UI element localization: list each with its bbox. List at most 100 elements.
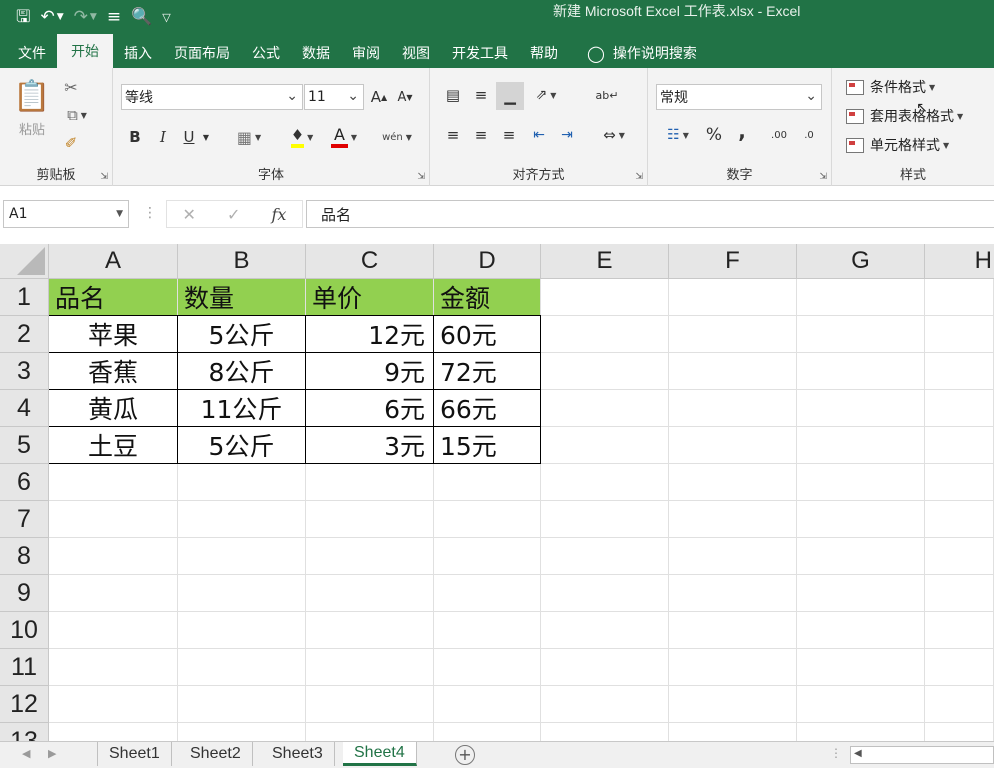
align-middle-icon[interactable]: ≡: [470, 84, 492, 106]
empty-cell[interactable]: [669, 723, 797, 741]
tab-insert[interactable]: 插入: [113, 38, 163, 68]
empty-cell[interactable]: [541, 612, 669, 649]
empty-cell[interactable]: [669, 279, 797, 316]
empty-cell[interactable]: [178, 464, 306, 501]
bold-button[interactable]: B: [125, 126, 145, 148]
empty-cell[interactable]: [49, 538, 178, 575]
empty-cell[interactable]: [797, 686, 925, 723]
row-header-7[interactable]: 7: [0, 501, 49, 538]
empty-cell[interactable]: [541, 427, 669, 464]
drag-handle-icon[interactable]: ⋮: [143, 205, 157, 221]
cell-d3[interactable]: 72元: [434, 353, 541, 390]
empty-cell[interactable]: [797, 390, 925, 427]
fill-color-icon[interactable]: ♦ ▼: [285, 124, 319, 150]
undo-dropdown-icon[interactable]: ▼: [57, 12, 64, 22]
row-header-9[interactable]: 9: [0, 575, 49, 612]
column-header-a[interactable]: A: [49, 244, 178, 279]
empty-cell[interactable]: [925, 612, 994, 649]
empty-cell[interactable]: [541, 464, 669, 501]
customize-icon[interactable]: ≡: [107, 8, 121, 26]
empty-cell[interactable]: [669, 390, 797, 427]
empty-cell[interactable]: [541, 649, 669, 686]
font-launcher-icon[interactable]: ⇲: [417, 172, 425, 182]
empty-cell[interactable]: [541, 501, 669, 538]
chevron-down-icon[interactable]: ⌄: [805, 88, 817, 104]
percent-button[interactable]: %: [704, 124, 724, 146]
row-header-1[interactable]: 1: [0, 279, 49, 316]
empty-cell[interactable]: [306, 501, 434, 538]
cell-d1[interactable]: 金额: [434, 279, 541, 316]
wrap-text-icon[interactable]: ab↵: [594, 82, 620, 108]
align-left-icon[interactable]: ≡: [442, 124, 464, 146]
empty-cell[interactable]: [797, 501, 925, 538]
copy-icon[interactable]: ⧉ ▼: [60, 104, 94, 126]
empty-cell[interactable]: [178, 686, 306, 723]
add-sheet-icon[interactable]: +: [455, 745, 475, 765]
number-launcher-icon[interactable]: ⇲: [819, 172, 827, 182]
empty-cell[interactable]: [925, 316, 994, 353]
undo-icon[interactable]: ↶: [40, 8, 54, 26]
empty-cell[interactable]: [797, 427, 925, 464]
paste-button[interactable]: 粘贴: [12, 118, 52, 138]
empty-cell[interactable]: [925, 501, 994, 538]
scroll-left-arrow-icon[interactable]: ◀: [854, 748, 862, 759]
cell-c3[interactable]: 9元: [306, 353, 434, 390]
empty-cell[interactable]: [925, 686, 994, 723]
worksheet-grid[interactable]: A B C D E F G H 1 2 3 4 5 6 7 8 9 10 11 …: [0, 244, 994, 741]
cell-a5[interactable]: 土豆: [49, 427, 178, 464]
column-header-c[interactable]: C: [306, 244, 434, 279]
empty-cell[interactable]: [541, 390, 669, 427]
empty-cell[interactable]: [541, 353, 669, 390]
formula-input[interactable]: 品名: [306, 200, 994, 228]
format-painter-icon[interactable]: ✐: [60, 132, 82, 154]
empty-cell[interactable]: [797, 279, 925, 316]
tab-file[interactable]: 文件: [0, 38, 57, 68]
empty-cell[interactable]: [541, 316, 669, 353]
cell-c4[interactable]: 6元: [306, 390, 434, 427]
cell-d4[interactable]: 66元: [434, 390, 541, 427]
empty-cell[interactable]: [541, 686, 669, 723]
empty-cell[interactable]: [178, 723, 306, 741]
cell-c2[interactable]: 12元: [306, 316, 434, 353]
empty-cell[interactable]: [434, 612, 541, 649]
empty-cell[interactable]: [178, 501, 306, 538]
empty-cell[interactable]: [178, 649, 306, 686]
empty-cell[interactable]: [49, 575, 178, 612]
row-header-10[interactable]: 10: [0, 612, 49, 649]
empty-cell[interactable]: [797, 575, 925, 612]
empty-cell[interactable]: [49, 723, 178, 741]
empty-cell[interactable]: [669, 538, 797, 575]
font-color-icon[interactable]: A ▼: [327, 124, 361, 150]
align-right-icon[interactable]: ≡: [498, 124, 520, 146]
empty-cell[interactable]: [434, 501, 541, 538]
merge-center-icon[interactable]: ⇔ ▼: [594, 124, 634, 146]
empty-cell[interactable]: [434, 575, 541, 612]
empty-cell[interactable]: [178, 538, 306, 575]
cell-d5[interactable]: 15元: [434, 427, 541, 464]
cell-b2[interactable]: 5公斤: [178, 316, 306, 353]
empty-cell[interactable]: [306, 612, 434, 649]
empty-cell[interactable]: [925, 575, 994, 612]
cell-b1[interactable]: 数量: [178, 279, 306, 316]
empty-cell[interactable]: [669, 353, 797, 390]
select-all-button[interactable]: [0, 244, 49, 279]
sheet-tab-2[interactable]: Sheet2: [179, 742, 253, 766]
empty-cell[interactable]: [797, 464, 925, 501]
tab-view[interactable]: 视图: [391, 38, 441, 68]
column-header-e[interactable]: E: [541, 244, 669, 279]
redo-icon[interactable]: ↷: [74, 8, 88, 26]
empty-cell[interactable]: [669, 649, 797, 686]
tab-help[interactable]: 帮助: [519, 38, 569, 68]
chevron-down-icon[interactable]: ▼: [116, 209, 123, 219]
cell-b5[interactable]: 5公斤: [178, 427, 306, 464]
number-format-combo[interactable]: 常规 ⌄: [656, 84, 822, 110]
italic-button[interactable]: I: [153, 126, 173, 148]
tell-me-search[interactable]: ◯ 操作说明搜索: [569, 38, 708, 68]
empty-cell[interactable]: [306, 686, 434, 723]
empty-cell[interactable]: [541, 538, 669, 575]
empty-cell[interactable]: [669, 686, 797, 723]
empty-cell[interactable]: [434, 723, 541, 741]
empty-cell[interactable]: [49, 612, 178, 649]
orientation-icon[interactable]: ⇗ ▼: [530, 84, 562, 106]
row-header-4[interactable]: 4: [0, 390, 49, 427]
